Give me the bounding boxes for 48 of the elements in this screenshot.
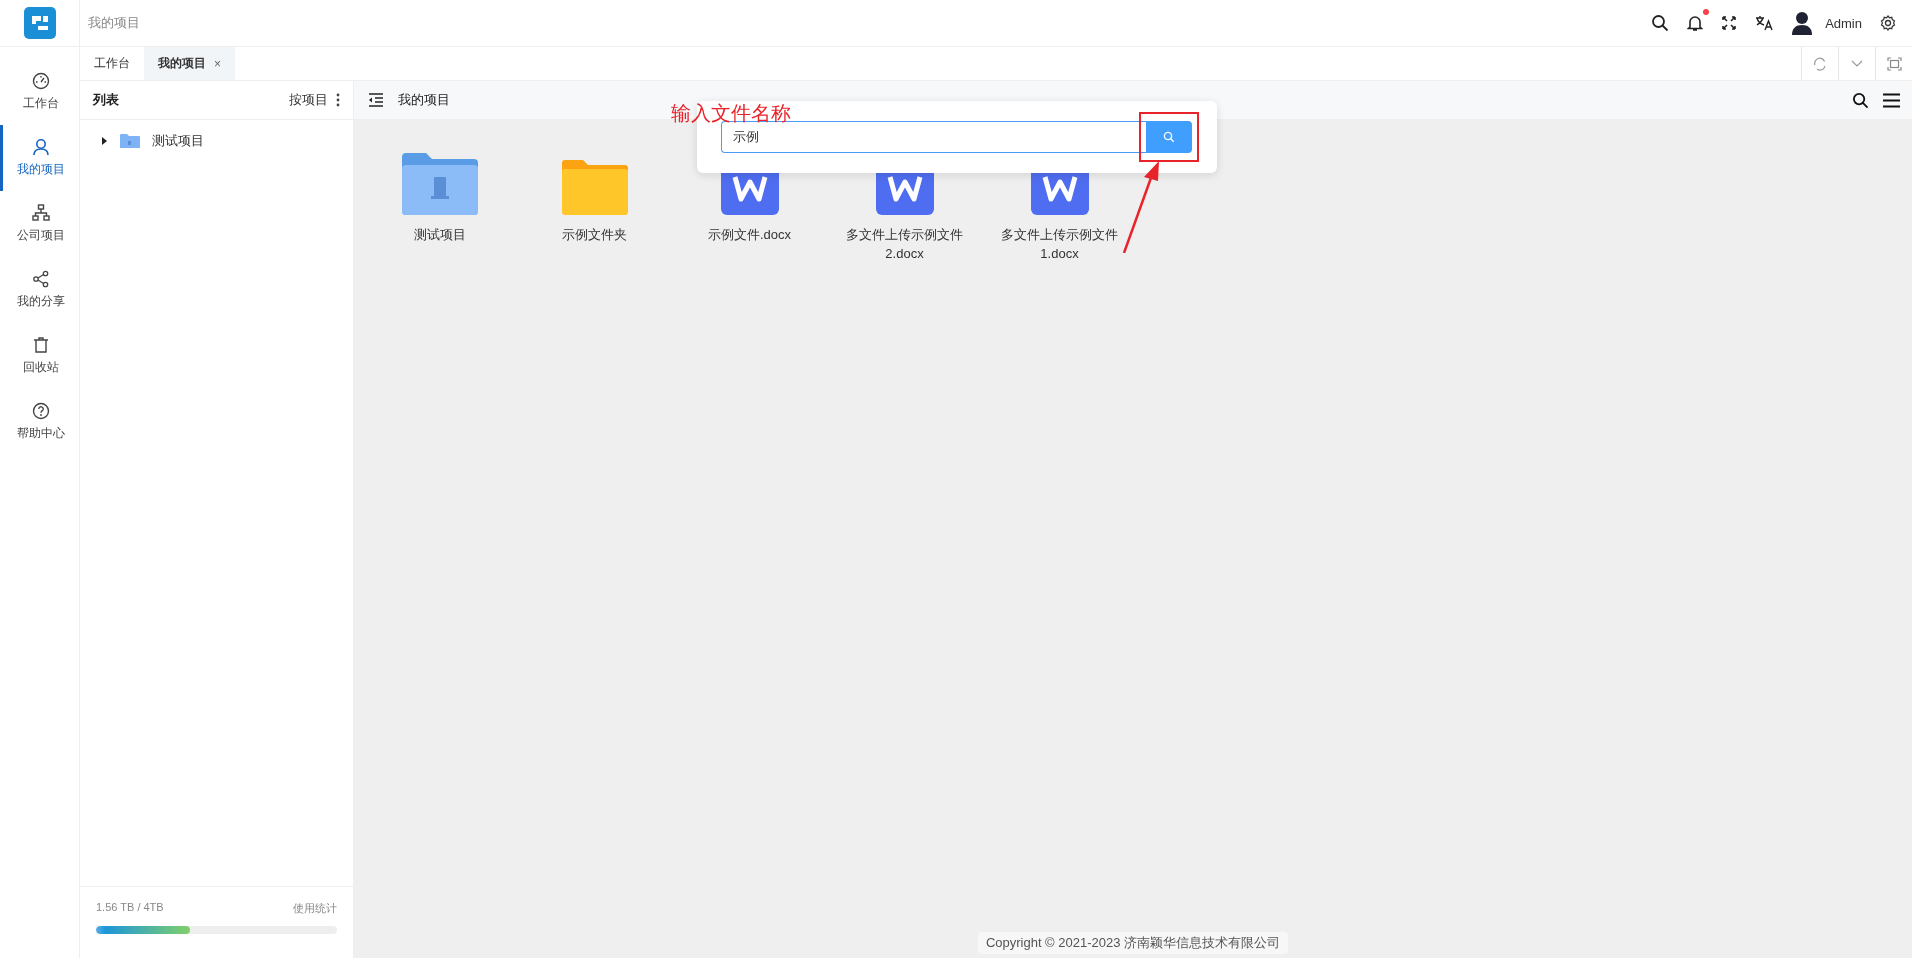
help-icon (32, 402, 50, 420)
close-icon[interactable]: × (214, 56, 221, 71)
file-name[interactable]: 示例文件夹 (532, 225, 657, 244)
file-name[interactable]: 示例文件.docx (687, 225, 812, 244)
chevron-down-icon[interactable] (1850, 58, 1864, 69)
usage-stats-link[interactable]: 使用统计 (293, 901, 337, 916)
folder-icon (120, 133, 140, 149)
bell-icon[interactable] (1687, 14, 1704, 32)
settings-icon[interactable] (1880, 15, 1896, 31)
search-icon (1163, 131, 1175, 143)
nav-item[interactable]: 帮助中心 (0, 389, 79, 455)
nav-item[interactable]: 公司项目 (0, 191, 79, 257)
fullscreen-icon[interactable] (1721, 15, 1738, 31)
tab[interactable]: 工作台 (80, 47, 144, 80)
more-icon[interactable] (336, 93, 340, 107)
highlight-frame (1139, 112, 1199, 162)
user-icon (32, 138, 50, 156)
trash-icon (32, 336, 50, 354)
breadcrumb[interactable]: 我的项目 (88, 14, 140, 32)
tree-item[interactable]: 测试项目 (152, 132, 204, 150)
nav-item[interactable]: 工作台 (0, 59, 79, 125)
project-folder-icon[interactable] (401, 153, 478, 215)
panel-title: 列表 (93, 91, 119, 109)
avatar-icon[interactable] (1791, 11, 1814, 35)
storage-usage: 1.56 TB / 4TB (96, 901, 164, 915)
user-name[interactable]: Admin (1825, 15, 1862, 31)
app-logo (23, 7, 56, 39)
gauge-icon (32, 72, 50, 90)
menu-icon[interactable] (1883, 92, 1900, 108)
file-name[interactable]: 多文件上传示例文件2.docx (842, 225, 967, 263)
expand-caret-icon[interactable] (100, 137, 108, 145)
nav-item[interactable]: 我的分享 (0, 257, 79, 323)
copyright: Copyright © 2021-2023 济南颖华信息技术有限公司 (977, 932, 1289, 954)
nav-item[interactable]: 回收站 (0, 323, 79, 389)
search-icon[interactable] (1651, 14, 1670, 32)
sort-dropdown[interactable]: 按项目 (289, 91, 328, 109)
toolbar-title: 我的项目 (398, 91, 450, 109)
maximize-icon[interactable] (1886, 56, 1902, 71)
share-icon (32, 270, 50, 288)
translate-icon[interactable] (1755, 15, 1774, 31)
collapse-menu-icon[interactable] (368, 93, 384, 107)
refresh-icon[interactable] (1813, 56, 1827, 71)
file-name[interactable]: 测试项目 (377, 225, 502, 244)
hierarchy-icon (32, 204, 50, 222)
search-icon[interactable] (1852, 91, 1869, 109)
file-name[interactable]: 多文件上传示例文件1.docx (997, 225, 1122, 263)
tab[interactable]: 我的项目 × (144, 47, 235, 80)
nav-item[interactable]: 我的项目 (0, 125, 79, 191)
